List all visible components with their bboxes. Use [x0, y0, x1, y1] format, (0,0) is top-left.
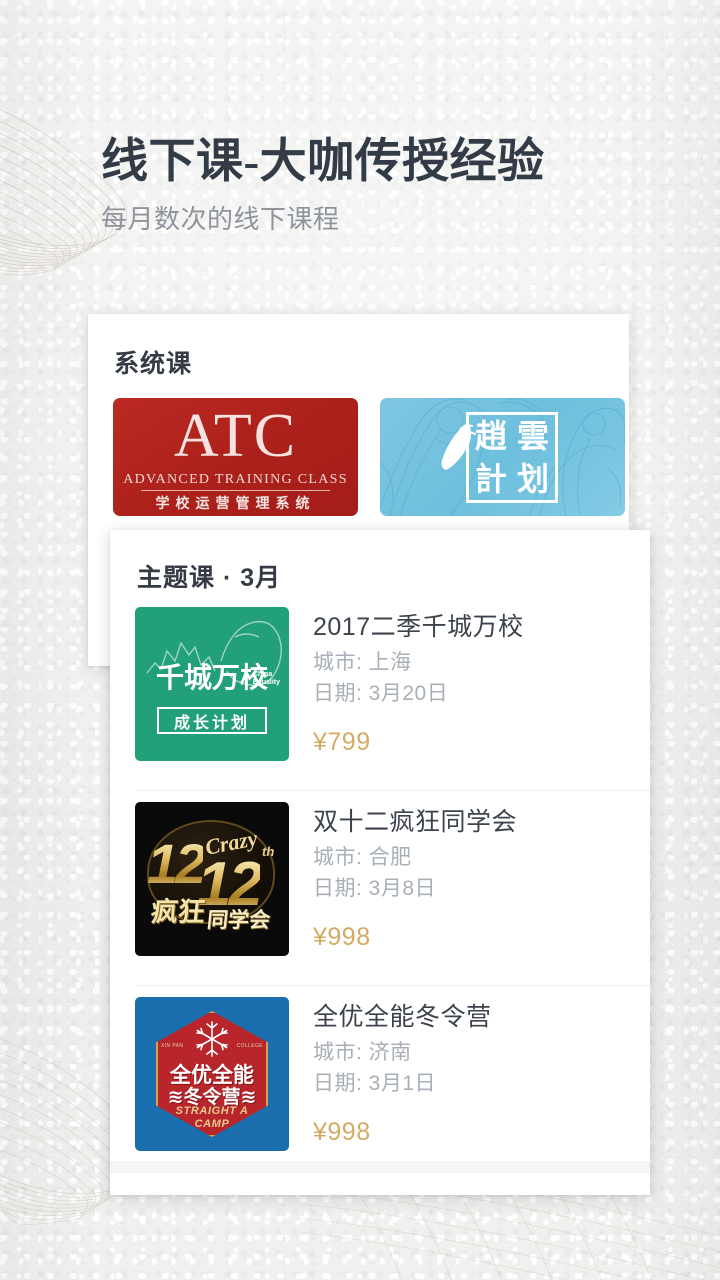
theme-card-footer-divider — [110, 1161, 650, 1173]
course-name: 双十二疯狂同学会 — [313, 808, 518, 836]
camp-en-line1: STRAIGHT A — [175, 1105, 249, 1117]
zhaoyun-char-3: 計 — [474, 460, 507, 497]
system-course-banner-row: ATC ADVANCED TRAINING CLASS 学校运营管理系统 趙 雲… — [113, 398, 625, 516]
course-name: 2017二季千城万校 — [313, 613, 524, 641]
atc-letters: ATC — [173, 402, 298, 470]
course-city: 城市: 上海 — [313, 651, 412, 674]
qiancheng-en-text: China Eduality — [253, 671, 280, 687]
course-info: 2017二季千城万校 城市: 上海 日期: 3月20日 ¥799 — [313, 607, 524, 790]
qiancheng-en-line2: Eduality — [252, 679, 280, 686]
atc-subtitle-en: ADVANCED TRAINING CLASS — [123, 472, 348, 487]
list-item[interactable]: 千城万校 China Eduality 成长计划 2017二季千城万校 城市: … — [110, 595, 650, 790]
theme-course-title: 主题课 · 3月 — [137, 564, 282, 592]
atc-divider-rule — [141, 490, 330, 491]
list-item[interactable]: XIN PAN COLLEGE 全优全能 ≋冬令营≋ STRAIGHT A CA… — [110, 985, 650, 1180]
course-thumbnail-crazy: 12 12 Crazy th 疯狂 同学会 — [135, 802, 289, 956]
course-thumbnail-camp: XIN PAN COLLEGE 全优全能 ≋冬令营≋ STRAIGHT A CA… — [135, 997, 289, 1151]
course-name: 全优全能冬令营 — [313, 1003, 492, 1031]
atc-subtitle-cn: 学校运营管理系统 — [155, 495, 316, 511]
snowflake-icon — [196, 1021, 228, 1057]
course-city: 城市: 济南 — [313, 1041, 412, 1064]
course-price: ¥998 — [313, 923, 371, 951]
qiancheng-en-line1: China — [252, 671, 273, 678]
course-date: 日期: 3月20日 — [313, 682, 449, 705]
camp-en-line2: CAMP — [194, 1118, 230, 1130]
course-info: 双十二疯狂同学会 城市: 合肥 日期: 3月8日 ¥998 — [313, 802, 517, 985]
zhaoyun-char-4: 划 — [516, 460, 549, 497]
course-price: ¥799 — [313, 728, 371, 756]
page-subtitle: 每月数次的线下课程 — [101, 204, 340, 234]
page-header: 线下课-大咖传授经验 每月数次的线下课程 — [101, 133, 661, 236]
crazy-number-a: 12 — [147, 832, 206, 895]
page-title: 线下课-大咖传授经验 — [101, 136, 545, 188]
zhaoyun-characters: 趙 雲 計 划 — [470, 414, 554, 500]
banner-atc[interactable]: ATC ADVANCED TRAINING CLASS 学校运营管理系统 — [113, 398, 358, 516]
crazy-cn-text-a: 疯狂 — [149, 897, 207, 927]
zhaoyun-char-1: 趙 — [474, 417, 507, 454]
theme-course-list: 千城万校 China Eduality 成长计划 2017二季千城万校 城市: … — [110, 595, 650, 1180]
crazy-cn-text-b: 同学会 — [205, 909, 272, 932]
course-price: ¥998 — [313, 1118, 371, 1146]
list-item[interactable]: 12 12 Crazy th 疯狂 同学会 双十二疯狂同学会 城市: 合肥 日期… — [110, 790, 650, 985]
theme-course-card: 主题课 · 3月 千城万校 China Eduality 成长计划 2017二季… — [110, 530, 650, 1195]
course-date: 日期: 3月8日 — [313, 877, 437, 900]
camp-tiny-labels: XIN PAN COLLEGE — [161, 1043, 263, 1049]
system-course-title: 系统课 — [114, 350, 193, 378]
camp-tiny-left: XIN PAN — [161, 1043, 184, 1049]
camp-tiny-right: COLLEGE — [236, 1043, 263, 1049]
course-info: 全优全能冬令营 城市: 济南 日期: 3月1日 ¥998 — [313, 997, 492, 1180]
course-thumbnail-qiancheng: 千城万校 China Eduality 成长计划 — [135, 607, 289, 761]
banner-zhaoyun[interactable]: 趙 雲 計 划 — [380, 398, 625, 516]
zhaoyun-char-2: 雲 — [516, 417, 549, 454]
camp-en-text: STRAIGHT A CAMP — [151, 1105, 273, 1131]
course-date: 日期: 3月1日 — [313, 1072, 437, 1095]
course-city: 城市: 合肥 — [313, 846, 412, 869]
qiancheng-ribbon-text: 成长计划 — [157, 707, 267, 734]
crazy-number-b: 12 — [197, 850, 263, 919]
crazy-ordinal-text: th — [262, 844, 275, 859]
